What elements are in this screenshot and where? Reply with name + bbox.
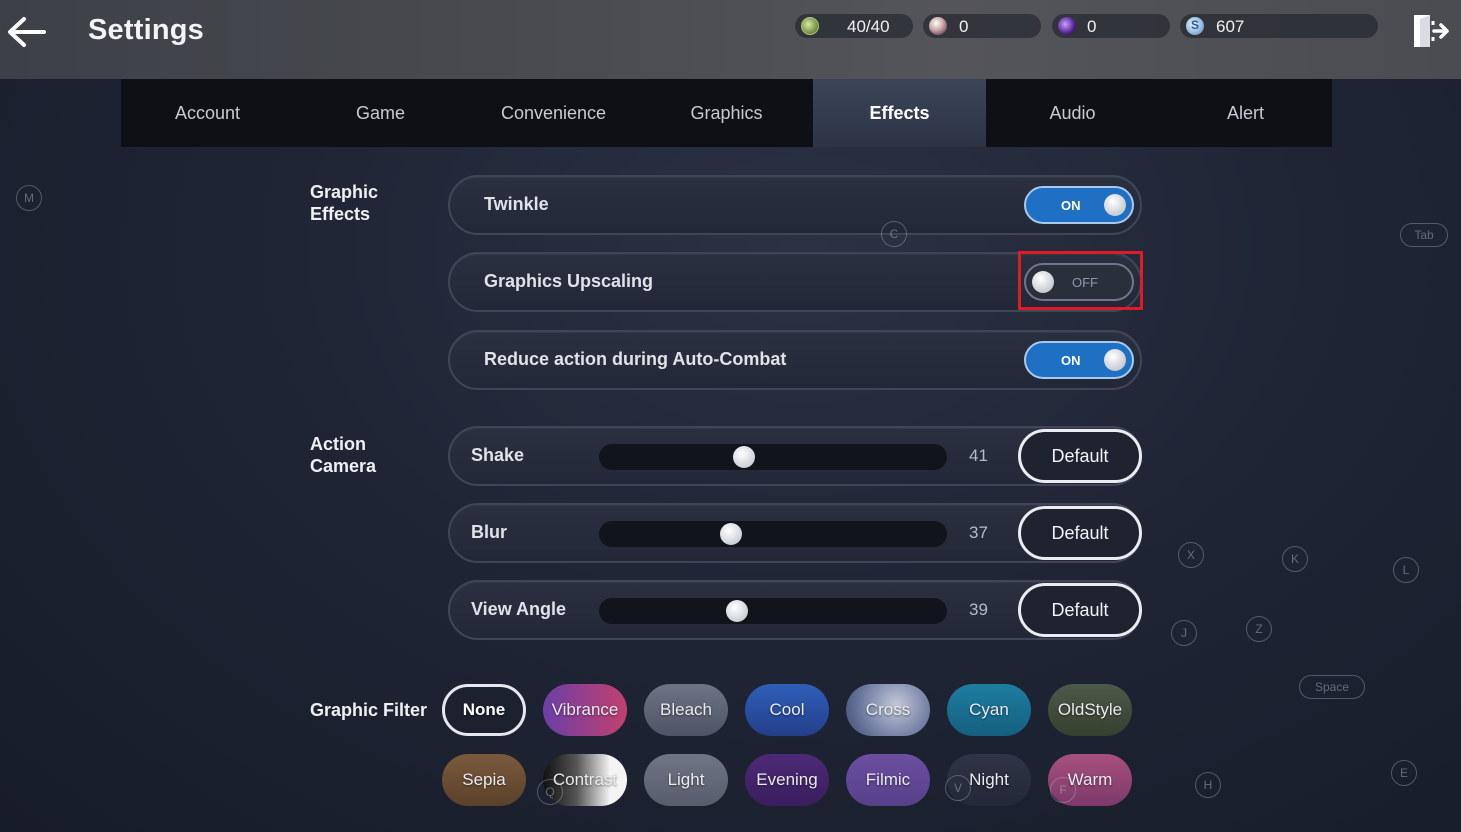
currency-value: 607 <box>1216 17 1245 36</box>
setting-row-reduce-action: Reduce action during Auto-Combat ON <box>448 330 1142 390</box>
arrow-left-icon <box>8 17 46 47</box>
tab-convenience[interactable]: Convenience <box>467 79 640 147</box>
filter-filmic[interactable]: Filmic <box>846 754 930 806</box>
tab-effects[interactable]: Effects <box>813 79 986 147</box>
setting-label: View Angle <box>471 599 567 619</box>
filter-vibrance[interactable]: Vibrance <box>543 684 627 736</box>
tab-audio[interactable]: Audio <box>986 79 1159 147</box>
tab-game[interactable]: Game <box>294 79 467 147</box>
setting-label: Graphics Upscaling <box>484 271 654 291</box>
toggle-knob <box>1104 194 1126 216</box>
blur-default-button[interactable]: Default <box>1018 506 1142 560</box>
shake-default-button[interactable]: Default <box>1018 429 1142 483</box>
purple-orb-icon <box>1058 17 1076 35</box>
toggle-knob <box>1032 271 1054 293</box>
silver-coin-icon <box>1186 17 1204 35</box>
blur-slider[interactable] <box>599 521 947 547</box>
key-hint-z: Z <box>1246 616 1272 642</box>
key-hint-e: E <box>1391 760 1417 786</box>
section-label-line: Graphic <box>310 182 379 202</box>
filter-cross[interactable]: Cross <box>846 684 930 736</box>
page-title: Settings <box>88 14 204 46</box>
stamina-gem-icon <box>801 17 819 35</box>
setting-row-blur: Blur 37 Default <box>448 503 1142 563</box>
setting-row-shake: Shake 41 Default <box>448 426 1142 486</box>
key-hint-k: K <box>1282 546 1308 572</box>
filter-oldstyle[interactable]: OldStyle <box>1048 684 1132 736</box>
filter-evening[interactable]: Evening <box>745 754 829 806</box>
key-hint-f: F <box>1050 777 1076 803</box>
key-hint-v: V <box>945 775 971 801</box>
filter-bleach[interactable]: Bleach <box>644 684 728 736</box>
setting-label: Blur <box>471 522 507 542</box>
currency-value: 0 <box>1087 17 1097 36</box>
tab-graphics[interactable]: Graphics <box>640 79 813 147</box>
toggle-knob <box>1104 349 1126 371</box>
slider-value: 41 <box>969 446 988 465</box>
section-label-action-camera: Action Camera <box>310 433 376 477</box>
slider-value: 39 <box>969 600 988 619</box>
key-hint-x: X <box>1178 542 1204 568</box>
key-hint-tab: Tab <box>1400 223 1448 247</box>
view-angle-default-button[interactable]: Default <box>1018 583 1142 637</box>
section-label-graphic-effects: Graphic Effects <box>310 181 378 225</box>
twinkle-toggle[interactable]: ON <box>1024 186 1134 224</box>
currency-value: 40/40 <box>847 17 890 36</box>
view-angle-slider[interactable] <box>599 598 947 624</box>
tab-account[interactable]: Account <box>121 79 294 147</box>
slider-thumb[interactable] <box>720 523 742 545</box>
setting-label: Reduce action during Auto-Combat <box>484 349 787 369</box>
setting-label: Twinkle <box>484 194 549 214</box>
toggle-state-label: OFF <box>1072 275 1098 290</box>
currency-stamina: 40/40 <box>795 14 913 38</box>
slider-value: 37 <box>969 523 988 542</box>
settings-tabs: Account Game Convenience Graphics Effect… <box>121 79 1332 147</box>
setting-row-twinkle: Twinkle ON <box>448 175 1142 235</box>
key-hint-l: L <box>1393 557 1419 583</box>
slider-thumb[interactable] <box>726 600 748 622</box>
reduce-action-toggle[interactable]: ON <box>1024 341 1134 379</box>
graphics-upscaling-toggle[interactable]: OFF <box>1024 263 1134 301</box>
toggle-state-label: ON <box>1061 353 1081 368</box>
filter-cool[interactable]: Cool <box>745 684 829 736</box>
shake-slider[interactable] <box>599 444 947 470</box>
filter-cyan[interactable]: Cyan <box>947 684 1031 736</box>
section-label-line: Camera <box>310 456 377 476</box>
currency-value: 0 <box>959 17 969 36</box>
section-label-line: Action <box>310 434 366 454</box>
top-bar: Settings 40/40 0 0 607 <box>0 0 1461 79</box>
exit-button[interactable] <box>1410 11 1450 51</box>
tab-alert[interactable]: Alert <box>1159 79 1332 147</box>
exit-door-icon <box>1414 15 1449 47</box>
filter-sepia[interactable]: Sepia <box>442 754 526 806</box>
currency-pearl: 0 <box>923 14 1041 38</box>
pearl-icon <box>929 17 947 35</box>
key-hint-h: H <box>1195 772 1221 798</box>
key-hint-q: Q <box>537 779 563 805</box>
key-hint-c: C <box>881 221 907 247</box>
key-hint-j: J <box>1171 620 1197 646</box>
section-label-line: Effects <box>310 204 371 224</box>
filter-none[interactable]: None <box>442 684 526 736</box>
setting-row-view-angle: View Angle 39 Default <box>448 580 1142 640</box>
filter-light[interactable]: Light <box>644 754 728 806</box>
currency-orb: 0 <box>1052 14 1170 38</box>
section-label-graphic-filter: Graphic Filter <box>310 700 428 720</box>
currency-silver: 607 <box>1180 14 1378 38</box>
slider-thumb[interactable] <box>733 446 755 468</box>
toggle-state-label: ON <box>1061 198 1081 213</box>
setting-row-graphics-upscaling: Graphics Upscaling OFF <box>448 252 1142 312</box>
key-hint-space: Space <box>1299 675 1365 699</box>
key-hint-m: M <box>16 185 42 211</box>
back-button[interactable] <box>4 14 48 50</box>
setting-label: Shake <box>471 445 525 465</box>
